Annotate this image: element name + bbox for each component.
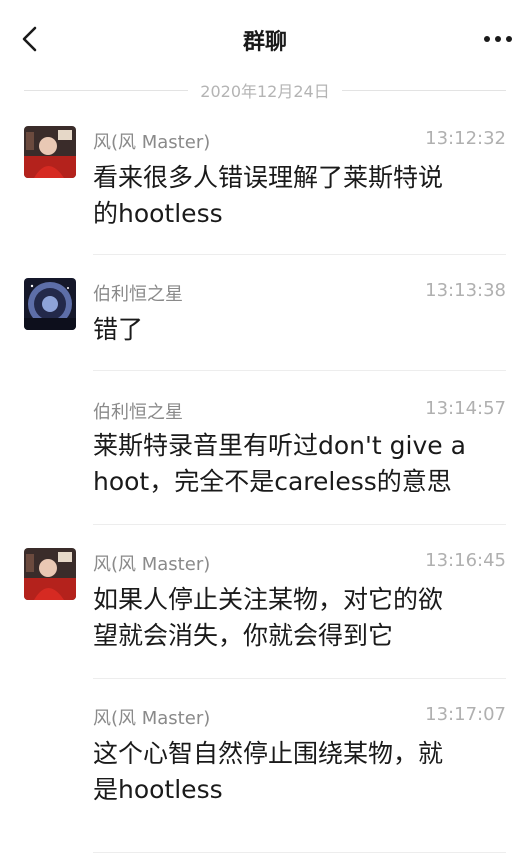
sender-name: 伯利恒之星 <box>93 284 183 305</box>
message-item[interactable]: 伯利恒之星 13:13:38 错了 <box>0 278 530 371</box>
message-text[interactable]: 错了 <box>93 312 503 348</box>
top-bar: 群聊 <box>0 0 530 76</box>
avatar[interactable] <box>24 548 76 600</box>
message-divider <box>93 370 506 371</box>
more-horizontal-icon <box>484 36 512 42</box>
more-button[interactable] <box>480 26 516 52</box>
message-text[interactable]: 看来很多人错误理解了莱斯特说 的hootless <box>93 160 503 232</box>
message-item[interactable]: 风(风 Master) 13:12:32 看来很多人错误理解了莱斯特说 的hoo… <box>0 122 530 256</box>
message-text-line: 看来很多人错误理解了莱斯特说 <box>93 163 444 192</box>
message-text-line: 错了 <box>93 315 144 344</box>
message-time: 13:14:57 <box>425 398 506 419</box>
message-text[interactable]: 这个心智自然停止围绕某物，就 是hootless <box>93 736 503 808</box>
avatar[interactable] <box>24 126 76 178</box>
message-item[interactable]: 风(风 Master) 13:16:45 如果人停止关注某物，对它的欲 望就会消… <box>0 548 530 679</box>
message-divider <box>93 524 506 525</box>
chevron-left-icon <box>22 26 37 52</box>
message-time: 13:13:38 <box>425 280 506 301</box>
message-item[interactable]: 伯利恒之星 13:14:57 莱斯特录音里有听过don't give a hoo… <box>0 396 530 525</box>
sender-name: 风(风 Master) <box>93 554 211 575</box>
avatar[interactable] <box>24 278 76 330</box>
message-time: 13:16:45 <box>425 550 506 571</box>
date-separator-line-left <box>24 89 189 91</box>
message-item[interactable]: 风(风 Master) 13:17:07 这个心智自然停止围绕某物，就 是hoo… <box>0 702 530 853</box>
date-separator: 2020年12月24日 <box>24 80 507 101</box>
message-time: 13:17:07 <box>425 704 506 725</box>
avatar-red-portrait <box>24 126 76 178</box>
sender-name: 风(风 Master) <box>93 132 211 153</box>
date-separator-text: 2020年12月24日 <box>200 82 330 101</box>
message-text[interactable]: 如果人停止关注某物，对它的欲 望就会消失，你就会得到它 <box>93 582 503 654</box>
message-divider <box>93 852 506 853</box>
sender-name: 风(风 Master) <box>93 708 211 729</box>
message-text-line: 是hootless <box>93 775 223 804</box>
message-text-line: 这个心智自然停止围绕某物，就 <box>93 739 444 768</box>
avatar-red-portrait <box>24 548 76 600</box>
page-title: 群聊 <box>242 30 287 55</box>
date-separator-line-right <box>341 89 507 91</box>
message-text-line: 望就会消失，你就会得到它 <box>93 621 394 650</box>
back-button[interactable] <box>14 22 48 56</box>
message-text-line: 莱斯特录音里有听过don't give a <box>93 431 466 460</box>
message-divider <box>93 254 506 255</box>
message-time: 13:12:32 <box>425 128 506 149</box>
message-divider <box>93 678 506 679</box>
message-text[interactable]: 莱斯特录音里有听过don't give a hoot，完全不是careless的… <box>93 428 503 500</box>
message-text-line: 如果人停止关注某物，对它的欲 <box>93 585 444 614</box>
sender-name: 伯利恒之星 <box>93 402 183 423</box>
message-text-line: hoot，完全不是careless的意思 <box>93 467 452 496</box>
avatar-night-sky <box>24 278 76 330</box>
message-text-line: 的hootless <box>93 199 223 228</box>
